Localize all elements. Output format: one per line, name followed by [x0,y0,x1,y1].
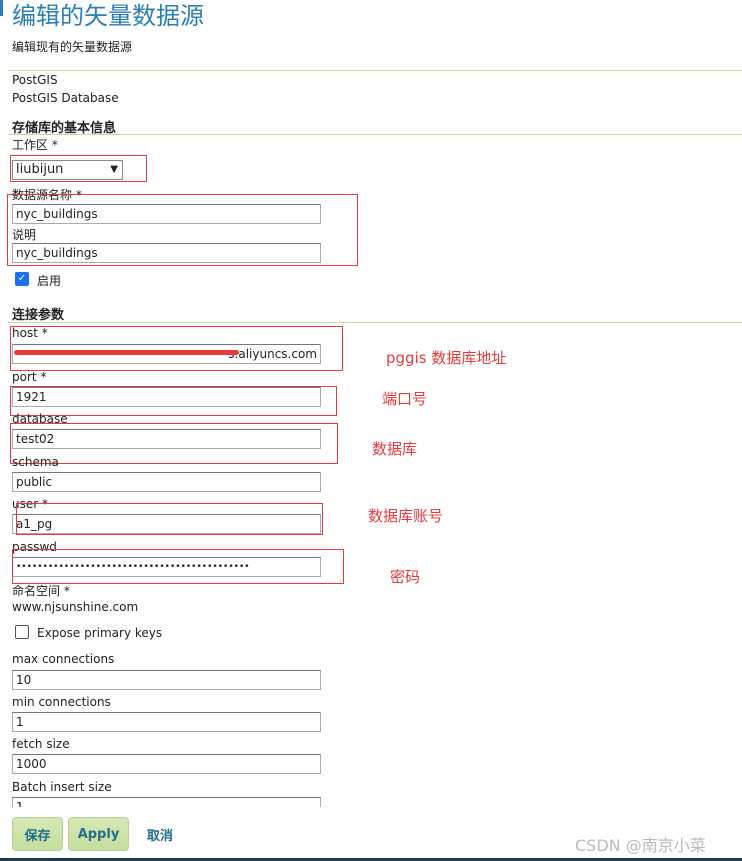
divider [8,322,742,323]
max-connections-label: max connections [12,652,115,666]
apply-button[interactable]: Apply [68,817,129,851]
batch-insert-size-label: Batch insert size [12,780,112,794]
namespace-value: www.njsunshine.com [12,600,139,614]
annotation-box [10,423,338,464]
enabled-label: 启用 [37,274,62,288]
annotation-port: 端口号 [382,390,428,408]
fetch-size-input[interactable]: 1000 [12,754,321,774]
annotation-host: pggis 数据库地址 [386,349,507,367]
annotation-box [10,155,147,182]
workspace-label: 工作区 * [12,138,58,152]
store-type-description: PostGIS Database [12,91,119,105]
max-connections-input[interactable]: 10 [12,670,321,690]
expose-primary-keys-label: Expose primary keys [37,626,163,640]
annotation-box [10,326,343,371]
left-edge-bar [0,0,3,16]
batch-insert-size-input[interactable]: 1 [12,797,321,807]
annotation-database: 数据库 [372,440,418,458]
watermark: CSDN @南京小菜 [575,836,706,855]
min-connections-input[interactable]: 1 [12,712,321,732]
port-label: port * [12,370,47,384]
fetch-size-label: fetch size [12,737,70,751]
divider [8,134,742,135]
expose-primary-keys-checkbox[interactable] [15,625,29,639]
annotation-passwd: 密码 [390,568,421,586]
connection-heading: 连接参数 [12,308,65,323]
min-connections-label: min connections [12,695,111,709]
divider [8,70,742,71]
annotation-box [16,503,323,535]
annotation-user: 数据库账号 [368,507,444,525]
save-button[interactable]: 保存 [12,817,63,851]
annotation-box [7,194,358,266]
page-title: 编辑的矢量数据源 [12,2,204,30]
enabled-checkbox[interactable]: ✓ [15,272,29,286]
schema-label: schema [12,455,59,469]
page-subtitle: 编辑现有的矢量数据源 [12,40,133,54]
store-type: PostGIS [12,73,58,87]
cancel-link[interactable]: 取消 [147,825,173,844]
schema-input[interactable]: public [12,472,321,492]
namespace-label: 命名空间 * [12,584,70,598]
annotation-box [12,549,344,584]
scroll-clip: 1 [0,797,400,807]
